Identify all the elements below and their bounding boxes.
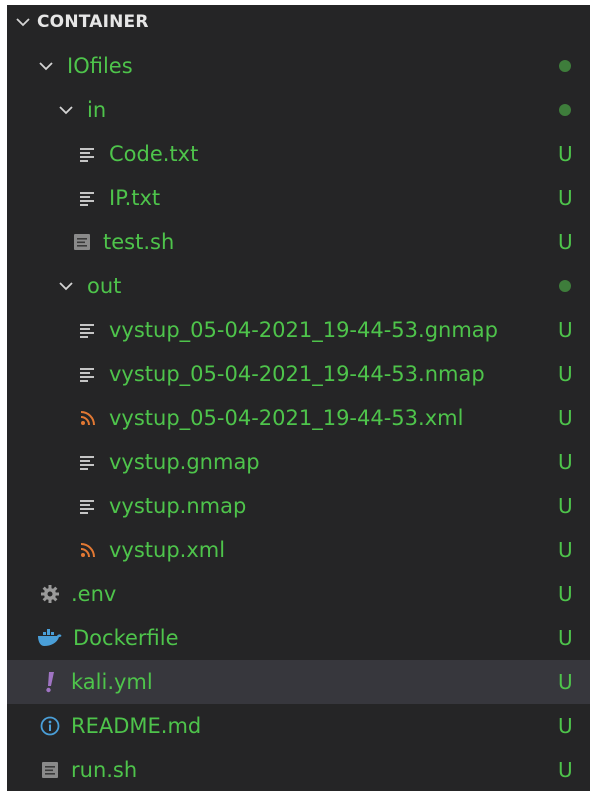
tree-file-test-sh[interactable]: test.sh U <box>7 220 590 264</box>
git-status-untracked: U <box>558 626 573 650</box>
git-status-untracked: U <box>558 538 573 562</box>
text-file-icon <box>77 363 99 385</box>
tree-item-label: IP.txt <box>109 186 161 210</box>
tree-item-label: Code.txt <box>109 142 199 166</box>
git-status-untracked: U <box>558 186 573 210</box>
info-icon <box>39 715 61 737</box>
tree-item-label: run.sh <box>71 758 138 782</box>
section-title: CONTAINER <box>37 12 149 32</box>
tree-item-label: IOfiles <box>67 54 133 78</box>
folder-status-dot <box>559 104 571 116</box>
shell-script-icon <box>71 231 93 253</box>
git-status-untracked: U <box>558 406 573 430</box>
chevron-down-icon <box>15 14 37 30</box>
tree-file-code-txt[interactable]: Code.txt U <box>7 132 590 176</box>
folder-status-dot <box>559 60 571 72</box>
git-status-untracked: U <box>558 230 573 254</box>
tree-item-label: README.md <box>71 714 202 738</box>
tree-file-vystup-nmap[interactable]: vystup.nmap U <box>7 484 590 528</box>
tree-file-ip-txt[interactable]: IP.txt U <box>7 176 590 220</box>
text-file-icon <box>77 187 99 209</box>
tree-item-label: vystup.nmap <box>109 494 247 518</box>
tree-file-dockerfile[interactable]: Dockerfile U <box>7 616 590 660</box>
explorer-panel: CONTAINER IOfiles in Code.txt U IP.txt U <box>7 5 590 791</box>
tree-file-kali-yml[interactable]: kali.yml U <box>7 660 590 704</box>
tree-item-label: kali.yml <box>71 670 153 694</box>
tree-item-label: Dockerfile <box>73 626 179 650</box>
tree-file-env[interactable]: .env U <box>7 572 590 616</box>
git-status-untracked: U <box>558 318 573 342</box>
tree-item-label: vystup_05-04-2021_19-44-53.gnmap <box>109 318 499 342</box>
rss-xml-icon <box>77 539 99 561</box>
git-status-untracked: U <box>558 758 573 782</box>
chevron-down-icon <box>55 102 77 118</box>
git-status-untracked: U <box>558 670 573 694</box>
tree-file-vystup-xml[interactable]: vystup.xml U <box>7 528 590 572</box>
tree-file-readme-md[interactable]: README.md U <box>7 704 590 748</box>
text-file-icon <box>77 495 99 517</box>
text-file-icon <box>77 143 99 165</box>
git-status-untracked: U <box>558 494 573 518</box>
tree-folder-out[interactable]: out <box>7 264 590 308</box>
git-status-untracked: U <box>558 142 573 166</box>
chevron-down-icon <box>55 278 77 294</box>
git-status-untracked: U <box>558 714 573 738</box>
git-status-untracked: U <box>558 582 573 606</box>
tree-file-vystup-dated-xml[interactable]: vystup_05-04-2021_19-44-53.xml U <box>7 396 590 440</box>
tree-file-vystup-gnmap[interactable]: vystup.gnmap U <box>7 440 590 484</box>
gear-icon <box>39 583 61 605</box>
docker-whale-icon <box>37 627 63 649</box>
tree-file-run-sh[interactable]: run.sh U <box>7 748 590 791</box>
tree-item-label: vystup.gnmap <box>109 450 260 474</box>
shell-script-icon <box>39 759 61 781</box>
tree-item-label: in <box>87 98 107 122</box>
section-header-container[interactable]: CONTAINER <box>7 5 590 39</box>
chevron-down-icon <box>35 58 57 74</box>
tree-folder-in[interactable]: in <box>7 88 590 132</box>
tree-item-label: vystup_05-04-2021_19-44-53.nmap <box>109 362 485 386</box>
folder-status-dot <box>559 280 571 292</box>
tree-folder-iofiles[interactable]: IOfiles <box>7 44 590 88</box>
git-status-untracked: U <box>558 362 573 386</box>
exclamation-icon <box>39 671 61 693</box>
tree-item-label: vystup_05-04-2021_19-44-53.xml <box>109 406 464 430</box>
tree-item-label: vystup.xml <box>109 538 226 562</box>
git-status-untracked: U <box>558 450 573 474</box>
rss-xml-icon <box>77 407 99 429</box>
tree-item-label: test.sh <box>103 230 175 254</box>
tree-file-vystup-dated-gnmap[interactable]: vystup_05-04-2021_19-44-53.gnmap U <box>7 308 590 352</box>
tree-item-label: out <box>87 274 122 298</box>
tree-file-vystup-dated-nmap[interactable]: vystup_05-04-2021_19-44-53.nmap U <box>7 352 590 396</box>
text-file-icon <box>77 319 99 341</box>
tree-item-label: .env <box>71 582 117 606</box>
text-file-icon <box>77 451 99 473</box>
